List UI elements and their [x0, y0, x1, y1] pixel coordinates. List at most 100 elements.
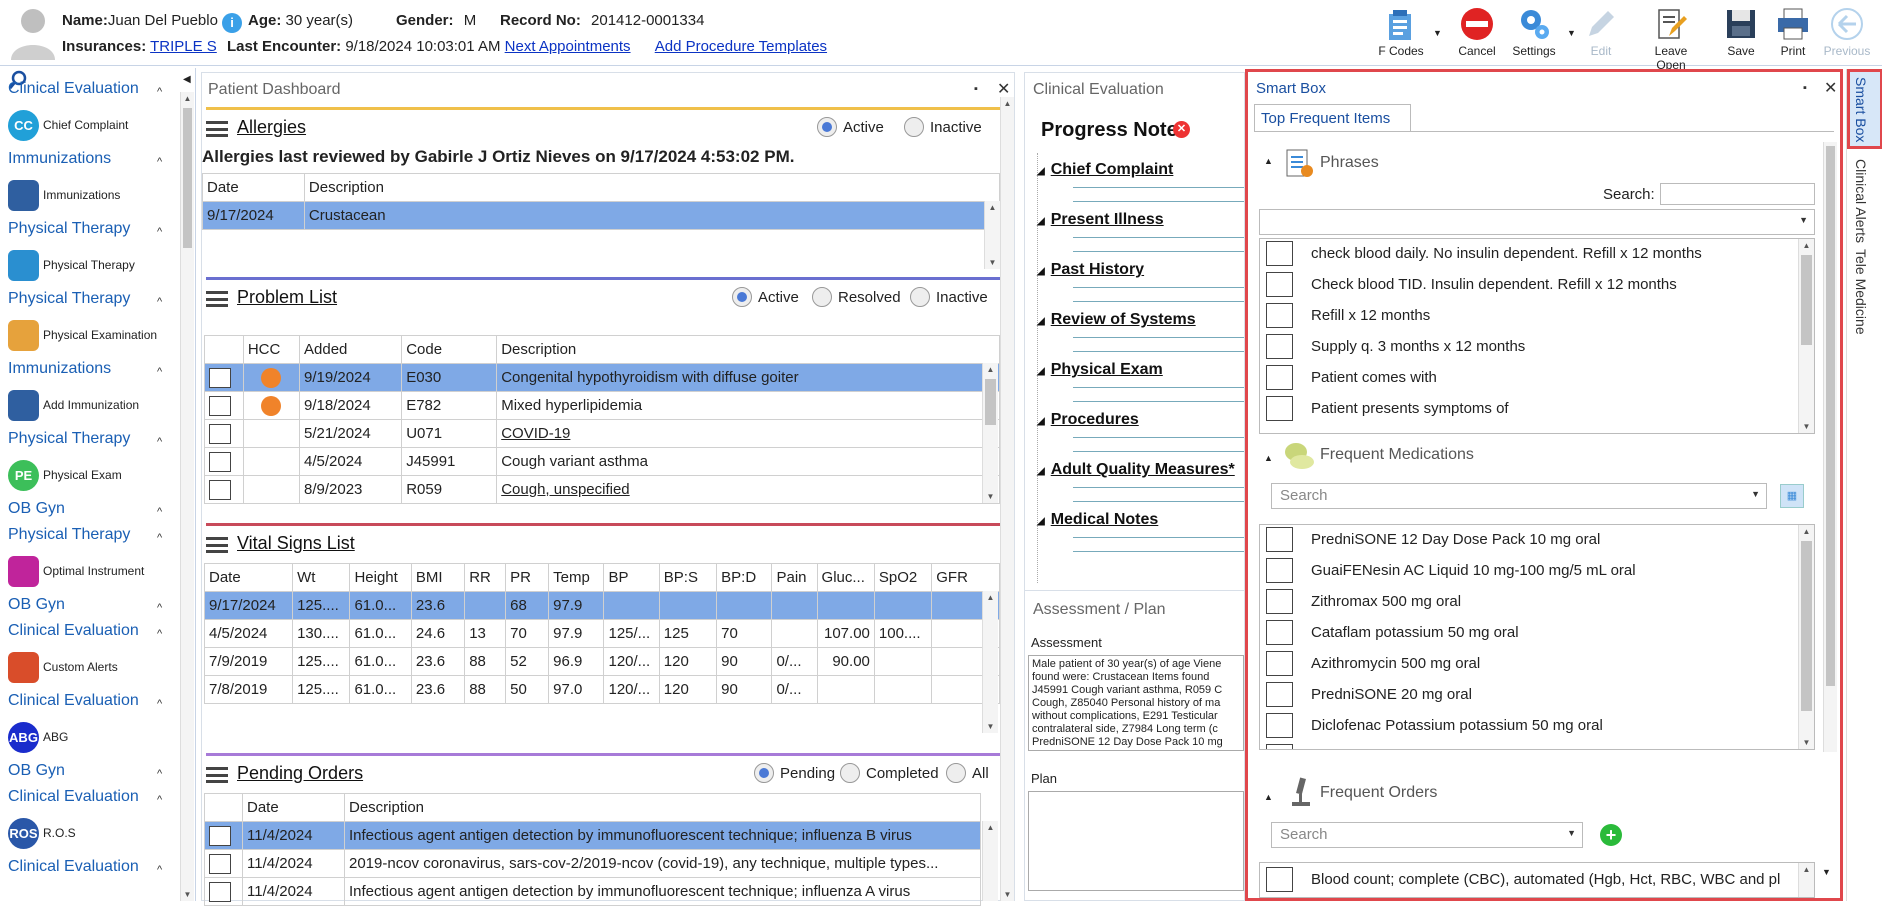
table-row[interactable]: 9/19/2024 E030 Congenital hypothyroidism w… [204, 363, 1000, 392]
problems-active-radio[interactable]: Active [732, 287, 799, 307]
nav-item[interactable]: Custom Alerts [8, 650, 118, 684]
progress-note-section[interactable]: ◢ Past History [1037, 261, 1144, 279]
chevron-up-icon[interactable]: ^ [157, 794, 162, 806]
column-header[interactable]: Description [496, 335, 1000, 364]
table-row[interactable]: 11/4/2024 Infectious agent antigen detect… [204, 821, 981, 850]
column-header[interactable]: BP:D [716, 563, 773, 592]
tab-smart-box[interactable]: Smart Box [1853, 77, 1869, 142]
chevron-up-icon[interactable]: ^ [157, 366, 162, 378]
collapse-nav-icon[interactable]: ◀ [183, 74, 191, 85]
row-checkbox[interactable] [209, 881, 231, 902]
nav-group-header[interactable]: OB Gyn [8, 596, 65, 614]
plan-textarea[interactable] [1028, 791, 1244, 891]
nav-item[interactable]: Immunizations [8, 178, 120, 212]
smartbox-pin-icon[interactable]: ▪ [1803, 82, 1807, 94]
table-row[interactable]: 9/17/2024 125.... 61.0... 23.6 68 97.9 [203, 591, 1000, 620]
tab-top-frequent-items[interactable]: Top Frequent Items [1254, 104, 1411, 132]
column-header[interactable]: SpO2 [873, 563, 933, 592]
allergies-menu-icon[interactable] [206, 121, 228, 137]
smartbox-dropdown-icon[interactable]: ▼ [1822, 867, 1831, 877]
nav-group-header[interactable]: Physical Therapy [8, 220, 130, 238]
list-item[interactable]: PredniSONE 12 Day Dose Pack 10 mg oral [1266, 527, 1600, 552]
fcodes-button[interactable]: F Codes [1370, 4, 1432, 64]
add-order-icon[interactable]: + [1600, 824, 1622, 846]
allergies-active-radio[interactable]: Active [817, 117, 884, 137]
cancel-button[interactable]: Cancel [1446, 4, 1508, 64]
previous-button[interactable]: Previous [1816, 4, 1878, 64]
orders-completed-radio[interactable]: Completed [840, 763, 939, 783]
progress-note-section[interactable]: ◢ Chief Complaint [1037, 161, 1173, 179]
item-checkbox[interactable] [1266, 527, 1293, 552]
list-item[interactable]: Zithromax 500 mg oral [1266, 589, 1461, 614]
settings-button[interactable]: Settings [1503, 4, 1565, 64]
chevron-up-icon[interactable]: ^ [157, 226, 162, 238]
item-checkbox[interactable] [1266, 620, 1293, 645]
column-header[interactable]: BP [603, 563, 660, 592]
print-button[interactable]: Print [1762, 4, 1824, 64]
dashboard-scrollbar[interactable]: ▲ ▼ [1000, 97, 1014, 901]
progress-note-section[interactable]: ◢ Review of Systems [1037, 311, 1196, 329]
table-row[interactable]: 9/18/2024 E782 Mixed hyperlipidemia [204, 391, 1000, 420]
tab-tele-medicine[interactable]: Tele Medicine [1853, 249, 1869, 335]
item-checkbox[interactable] [1266, 365, 1293, 390]
nav-group-header[interactable]: Immunizations [8, 150, 111, 168]
table-row[interactable]: 7/8/2019 125.... 61.0... 23.6 88 50 97.0 120/..… [203, 675, 1000, 704]
row-checkbox[interactable] [209, 479, 231, 500]
item-checkbox[interactable] [1266, 713, 1293, 738]
tab-clinical-alerts[interactable]: Clinical Alerts [1853, 159, 1869, 243]
table-row[interactable]: 4/5/2024 J45991 Cough variant asthma [204, 447, 1000, 476]
pin-icon[interactable]: ▪ [974, 83, 978, 95]
close-dashboard-icon[interactable]: ✕ [997, 79, 1010, 99]
nav-item[interactable]: Physical Therapy [8, 248, 135, 282]
nav-item[interactable]: Physical Examination [8, 318, 157, 352]
table-row[interactable]: 5/21/2024 U071 COVID-19 [204, 419, 1000, 448]
item-checkbox[interactable] [1266, 867, 1293, 892]
vitals-scrollbar[interactable]: ▲ ▼ [982, 591, 998, 733]
column-header[interactable]: BP:S [658, 563, 718, 592]
table-row[interactable]: 4/5/2024 130.... 61.0... 24.6 13 70 97.9 125/..… [203, 619, 1000, 648]
nav-group-header[interactable]: Physical Therapy [8, 290, 130, 308]
nav-group-header[interactable]: Clinical Evaluation [8, 788, 139, 806]
add-procedure-templates-link[interactable]: Add Procedure Templates [655, 38, 827, 55]
column-header[interactable]: GFR [931, 563, 1000, 592]
nav-group-header[interactable]: OB Gyn [8, 762, 65, 780]
nav-item[interactable]: Optimal Instrument [8, 554, 144, 588]
table-row[interactable]: 11/4/2024 Infectious agent antigen detect… [204, 877, 981, 906]
column-header[interactable] [204, 335, 244, 364]
chevron-up-icon[interactable]: ^ [157, 628, 162, 640]
progress-note-section[interactable]: ◢ Procedures [1037, 411, 1139, 429]
nav-group-header[interactable]: Physical Therapy [8, 430, 130, 448]
column-header[interactable]: Gluc... [816, 563, 875, 592]
column-header[interactable]: RR [464, 563, 507, 592]
list-item[interactable]: Azithromycin 500 mg oral [1266, 651, 1480, 676]
item-checkbox[interactable] [1266, 744, 1293, 749]
list-item[interactable]: Refill x 12 months [1266, 303, 1430, 328]
column-header[interactable]: Date [202, 173, 305, 202]
orders-pending-radio[interactable]: Pending [754, 763, 835, 783]
list-item[interactable]: Blood count; complete (CBC), automated (… [1266, 867, 1780, 892]
nav-group-header[interactable]: OB Gyn [8, 500, 65, 518]
assessment-textarea[interactable]: Male patient of 30 year(s) of age Viene … [1028, 655, 1244, 751]
row-checkbox[interactable] [209, 825, 231, 846]
nav-scrollbar[interactable]: ▲ ▼ [180, 92, 194, 901]
nav-group-header[interactable]: Clinical Evaluation [8, 692, 139, 710]
chevron-up-icon[interactable]: ^ [157, 602, 162, 614]
column-header[interactable]: Pain [771, 563, 818, 592]
list-item[interactable]: Patient comes with [1266, 365, 1437, 390]
chevron-up-icon[interactable]: ^ [157, 296, 162, 308]
list-item[interactable]: PredniSONE 20 mg oral [1266, 682, 1472, 707]
list-item[interactable]: Diclofenac Potassium potassium 50 mg ora… [1266, 713, 1603, 738]
table-row[interactable]: 11/4/2024 2019-ncov coronavirus, sars-cov… [204, 849, 981, 878]
table-row[interactable]: 7/9/2019 125.... 61.0... 23.6 88 52 96.9 120/..… [203, 647, 1000, 676]
list-item[interactable]: Patient presents symptoms of [1266, 396, 1509, 421]
medications-search-select[interactable]: Search ▼ [1271, 483, 1767, 509]
table-row[interactable]: 8/9/2023 R059 Cough, unspecified [204, 475, 1000, 504]
phrases-collapse-icon[interactable]: ▲ [1264, 156, 1273, 166]
smartbox-scrollbar[interactable] [1823, 142, 1837, 752]
chevron-up-icon[interactable]: ^ [157, 506, 162, 518]
column-header[interactable]: Wt [292, 563, 351, 592]
nav-group-header[interactable]: Clinical Evaluation [8, 858, 139, 876]
nav-item[interactable]: PE Physical Exam [8, 458, 122, 492]
row-checkbox[interactable] [209, 853, 231, 874]
problems-scrollbar[interactable]: ▲ ▼ [982, 363, 998, 503]
